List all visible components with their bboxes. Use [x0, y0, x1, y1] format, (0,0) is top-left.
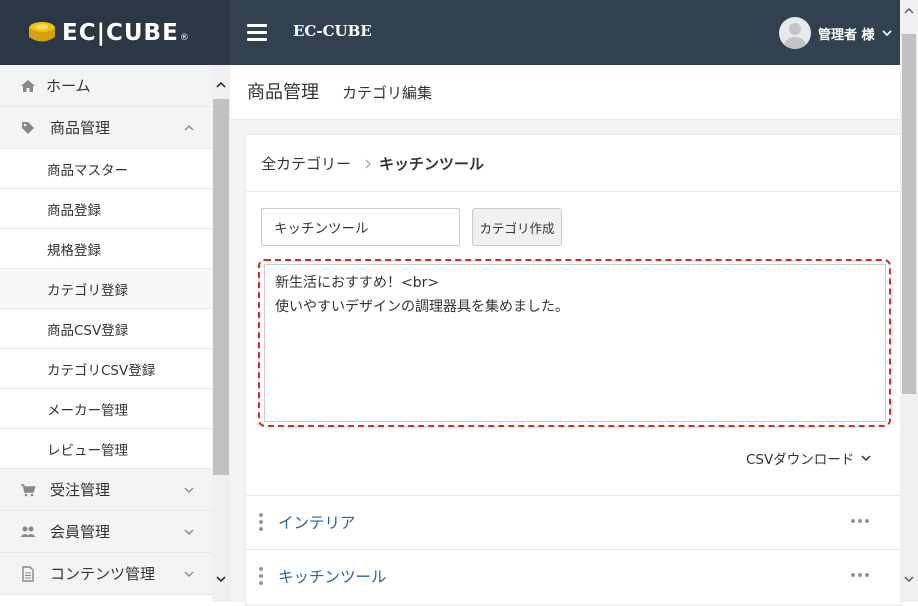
scroll-up-arrow-icon[interactable] — [904, 6, 914, 16]
sidebar-item-category-register[interactable]: カテゴリ登録 — [0, 269, 212, 309]
list-item: インテリア — [246, 496, 901, 548]
user-name: 管理者 様 — [818, 27, 875, 43]
sidebar-item-label: 受注管理 — [50, 481, 111, 499]
drag-handle-icon[interactable] — [259, 513, 263, 533]
sidebar-item-spec-register[interactable]: 規格登録 — [0, 229, 212, 269]
home-icon — [21, 79, 35, 92]
page-scroll-thumb[interactable] — [902, 34, 916, 394]
csv-download-button[interactable]: CSVダウンロード — [746, 448, 872, 468]
drag-handle-icon[interactable] — [259, 567, 263, 587]
chevron-up-icon — [184, 124, 194, 130]
sidebar-item-label: メーカー管理 — [47, 402, 128, 419]
users-icon — [20, 526, 36, 537]
category-description-textarea[interactable]: 新生活におすすめ！<br> 使いやすいデザインの調理器具を集めました。 — [264, 264, 886, 422]
list-item: キッチンツール — [246, 550, 901, 602]
file-icon — [22, 565, 34, 582]
sidebar-item-label: 商品マスター — [47, 162, 128, 179]
cube-logo-icon — [29, 22, 55, 42]
category-name-input[interactable] — [261, 208, 460, 246]
sidebar-scrollbar[interactable] — [212, 65, 230, 602]
sidebar-item-label: レビュー管理 — [47, 442, 128, 459]
create-category-button[interactable]: カテゴリ作成 — [472, 208, 562, 246]
sidebar-item-members[interactable]: 会員管理 — [0, 511, 212, 553]
chevron-down-icon — [881, 30, 892, 37]
top-header: EC|CUBE ® EC-CUBE 管理者 様 — [0, 0, 918, 65]
page-header: 商品管理 カテゴリ編集 — [230, 65, 900, 120]
sidebar-item-review[interactable]: レビュー管理 — [0, 429, 212, 469]
divider — [246, 191, 901, 192]
sidebar-item-label: 商品管理 — [50, 119, 111, 137]
hamburger-icon — [247, 24, 267, 27]
sidebar-item-product-master[interactable]: 商品マスター — [0, 149, 212, 189]
sidebar-item-maker[interactable]: メーカー管理 — [0, 389, 212, 429]
category-card: 全カテゴリー キッチンツール カテゴリ作成 新生活におすすめ！<br> 使いやす… — [245, 134, 902, 606]
logo-registered-mark: ® — [179, 33, 189, 43]
sidebar-scroll-thumb[interactable] — [213, 99, 229, 475]
category-link[interactable]: インテリア — [278, 511, 356, 533]
scroll-up-arrow-icon[interactable] — [216, 80, 226, 90]
sidebar-item-label: 会員管理 — [50, 523, 111, 541]
logo-area: EC|CUBE ® — [0, 0, 230, 65]
main-content: 商品管理 カテゴリ編集 全カテゴリー キッチンツール カテゴリ作成 新生活におす… — [230, 65, 902, 606]
chevron-right-icon — [365, 159, 372, 168]
ec-cube-logo[interactable]: EC|CUBE ® — [28, 20, 189, 46]
csv-download-label: CSVダウンロード — [746, 452, 855, 468]
breadcrumb-root-link[interactable]: 全カテゴリー — [261, 153, 351, 174]
cart-icon — [21, 483, 36, 496]
breadcrumb: 全カテゴリー キッチンツール — [261, 153, 484, 174]
scroll-down-arrow-icon[interactable] — [216, 574, 226, 584]
sidebar-item-label: カテゴリCSV登録 — [47, 362, 156, 379]
menu-toggle-button[interactable] — [247, 24, 267, 42]
sidebar-item-category-csv[interactable]: カテゴリCSV登録 — [0, 349, 212, 389]
chevron-down-icon — [184, 529, 194, 535]
chevron-down-icon — [861, 455, 871, 462]
sidebar: ホーム 商品管理 商品マスター 商品登録 規格登録 カテゴリ登録 商品CSV登録… — [0, 65, 230, 602]
site-name: EC-CUBE — [293, 22, 372, 40]
user-menu[interactable]: 管理者 様 — [779, 16, 893, 50]
sidebar-item-label: 商品CSV登録 — [47, 322, 129, 339]
page-scrollbar[interactable] — [900, 0, 918, 602]
chevron-down-icon — [184, 571, 194, 577]
breadcrumb-current: キッチンツール — [379, 155, 485, 173]
avatar — [779, 17, 811, 49]
sidebar-item-product-csv[interactable]: 商品CSV登録 — [0, 309, 212, 349]
scroll-down-arrow-icon[interactable] — [904, 574, 914, 584]
sidebar-item-label: 商品登録 — [47, 202, 101, 219]
sidebar-item-label: コンテンツ管理 — [50, 565, 156, 583]
logo-text: EC|CUBE — [62, 20, 179, 46]
sidebar-item-product-register[interactable]: 商品登録 — [0, 189, 212, 229]
tag-icon — [22, 121, 34, 134]
sidebar-item-label: 規格登録 — [47, 242, 101, 259]
more-options-icon[interactable] — [851, 519, 873, 525]
page-title: 商品管理 — [247, 82, 319, 103]
sidebar-item-label: ホーム — [46, 77, 91, 95]
category-link[interactable]: キッチンツール — [278, 565, 387, 587]
chevron-down-icon — [184, 487, 194, 493]
sidebar-item-contents[interactable]: コンテンツ管理 — [0, 553, 212, 595]
sidebar-item-orders[interactable]: 受注管理 — [0, 469, 212, 511]
sidebar-item-label: カテゴリ登録 — [47, 282, 128, 299]
more-options-icon[interactable] — [851, 573, 873, 579]
sidebar-item-products[interactable]: 商品管理 — [0, 107, 212, 149]
sidebar-item-home[interactable]: ホーム — [0, 65, 212, 107]
page-subtitle: カテゴリ編集 — [342, 84, 433, 102]
